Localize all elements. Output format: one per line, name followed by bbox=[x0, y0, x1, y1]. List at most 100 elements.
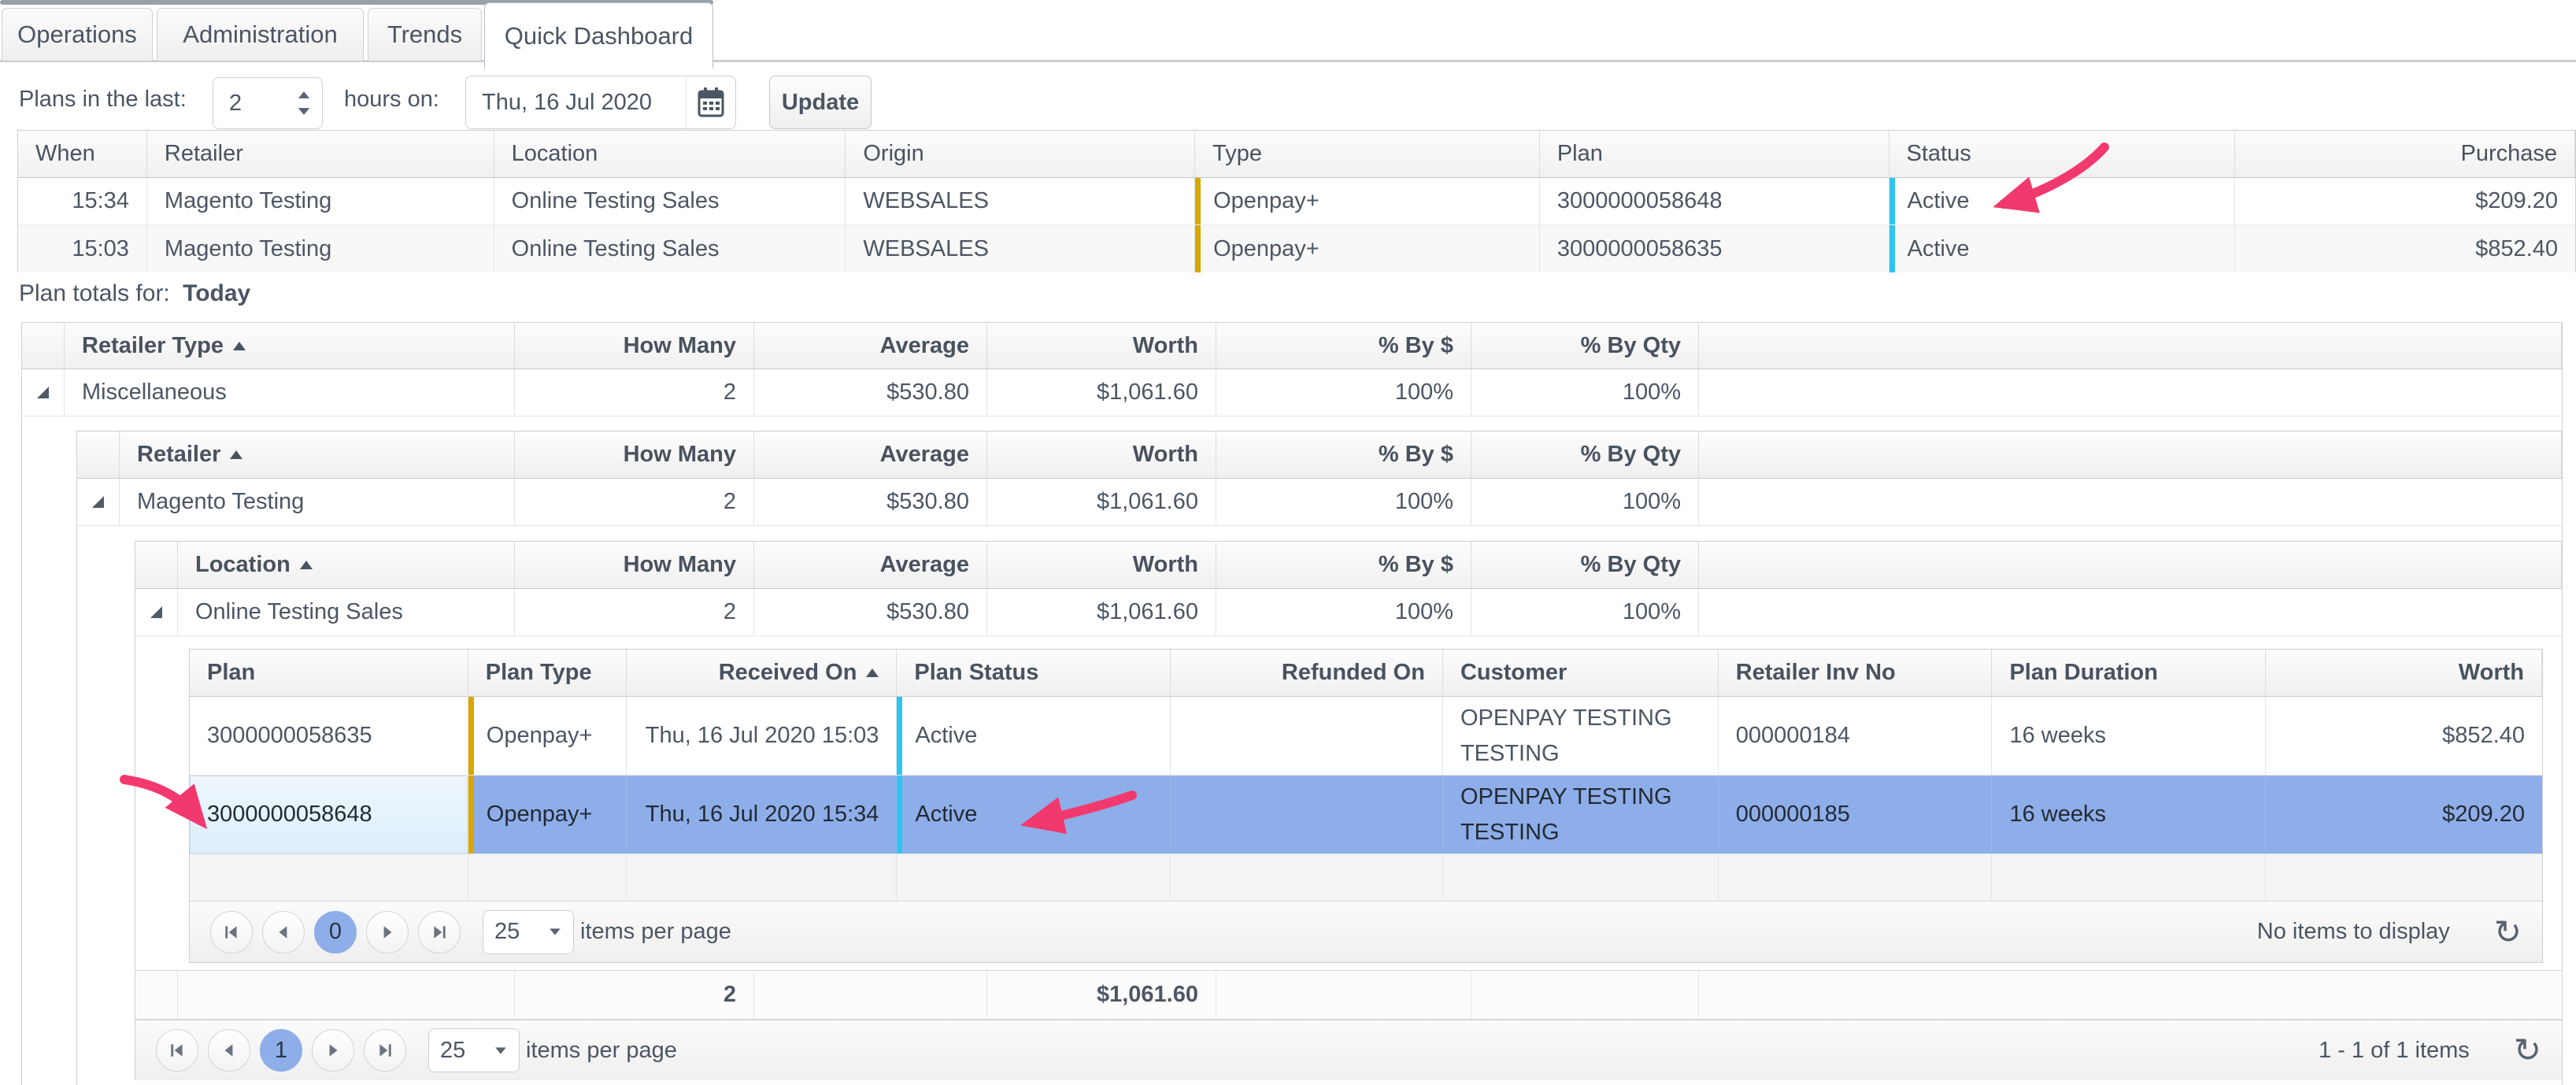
pager-prev-button[interactable] bbox=[208, 1029, 250, 1072]
spinner-down-icon[interactable] bbox=[298, 108, 309, 115]
tab-operations[interactable]: Operations bbox=[2, 8, 153, 61]
tab-label: Administration bbox=[183, 20, 337, 49]
column-header-by-dollar[interactable]: % By $ bbox=[1216, 323, 1471, 368]
tab-administration[interactable]: Administration bbox=[157, 8, 364, 61]
column-header-plan[interactable]: Plan bbox=[190, 650, 468, 696]
items-per-page-label: items per page bbox=[580, 919, 731, 945]
plan-row-selected[interactable]: 3000000058648 Openpay+ Thu, 16 Jul 2020 … bbox=[190, 776, 2542, 854]
column-header-worth[interactable]: Worth bbox=[987, 323, 1216, 368]
hours-value: 2 bbox=[213, 91, 286, 117]
empty-cell bbox=[190, 854, 468, 901]
seek-first-icon bbox=[168, 1042, 186, 1059]
sort-asc-icon bbox=[230, 450, 242, 459]
column-header-location[interactable]: Location bbox=[494, 131, 846, 177]
column-header-average[interactable]: Average bbox=[754, 323, 987, 368]
column-header-worth[interactable]: Worth bbox=[2266, 650, 2542, 696]
refresh-icon[interactable]: ↻ bbox=[2494, 916, 2522, 949]
footer-by-dollar-cell bbox=[1216, 971, 1471, 1019]
column-header-how-many[interactable]: How Many bbox=[515, 542, 754, 588]
spacer-cell bbox=[1699, 589, 2562, 635]
column-header-by-dollar[interactable]: % By $ bbox=[1216, 542, 1471, 588]
status-cell: Active bbox=[1889, 225, 2236, 272]
column-header-worth[interactable]: Worth bbox=[987, 431, 1216, 478]
pager-current-page[interactable]: 1 bbox=[260, 1029, 302, 1072]
how-many-cell: 2 bbox=[515, 369, 754, 416]
calendar-button[interactable] bbox=[686, 76, 735, 128]
collapse-toggle-icon[interactable] bbox=[37, 387, 49, 398]
column-header-purchase[interactable]: Purchase bbox=[2235, 131, 2575, 177]
hierarchy-header-cell bbox=[135, 542, 178, 588]
recent-row[interactable]: 15:34 Magento Testing Online Testing Sal… bbox=[18, 178, 2575, 225]
column-header-by-qty[interactable]: % By Qty bbox=[1471, 323, 1699, 368]
spinner-up-icon[interactable] bbox=[298, 91, 309, 98]
column-header-origin[interactable]: Origin bbox=[846, 131, 1195, 177]
hours-on-label: hours on: bbox=[344, 87, 439, 113]
plan-duration-cell: 16 weeks bbox=[1992, 776, 2266, 854]
retailer-name-cell: Magento Testing bbox=[120, 479, 515, 525]
pager-first-button[interactable] bbox=[156, 1029, 198, 1072]
spacer-header-cell bbox=[1699, 323, 2562, 368]
column-header-how-many[interactable]: How Many bbox=[515, 323, 754, 368]
collapse-toggle-icon[interactable] bbox=[92, 496, 104, 508]
column-header-plan[interactable]: Plan bbox=[1540, 131, 1889, 177]
worth-cell: $1,061.60 bbox=[987, 369, 1216, 416]
empty-cell bbox=[1719, 854, 1993, 901]
page-size-dropdown[interactable]: 25 bbox=[483, 910, 574, 954]
column-header-plan-duration[interactable]: Plan Duration bbox=[1992, 650, 2266, 696]
pager-prev-button[interactable] bbox=[262, 911, 305, 954]
pager-next-button[interactable] bbox=[366, 911, 409, 954]
retailer-type-row[interactable]: Miscellaneous 2 $530.80 $1,061.60 100% 1… bbox=[22, 369, 2562, 417]
column-header-location[interactable]: Location bbox=[178, 542, 515, 588]
refunded-on-cell bbox=[1171, 776, 1443, 854]
column-header-by-qty[interactable]: % By Qty bbox=[1471, 542, 1699, 588]
footer-spacer-cell bbox=[1699, 971, 2562, 1019]
hierarchy-header-cell bbox=[77, 431, 120, 478]
refresh-icon[interactable]: ↻ bbox=[2514, 1034, 2541, 1067]
empty-cell bbox=[2266, 854, 2542, 901]
hours-input[interactable]: 2 bbox=[213, 77, 323, 129]
column-header-plan-status[interactable]: Plan Status bbox=[897, 650, 1171, 696]
column-header-plan-type[interactable]: Plan Type bbox=[468, 650, 627, 696]
column-header-how-many[interactable]: How Many bbox=[515, 431, 754, 478]
collapse-toggle-icon[interactable] bbox=[150, 606, 162, 618]
customer-cell: OPENPAY TESTING TESTING bbox=[1443, 776, 1719, 854]
retailer-cell: Magento Testing bbox=[147, 178, 494, 224]
column-header-retailer[interactable]: Retailer bbox=[147, 131, 494, 177]
pager-next-button[interactable] bbox=[312, 1029, 354, 1072]
pager-current-page[interactable]: 0 bbox=[314, 911, 357, 954]
tab-trends[interactable]: Trends bbox=[368, 8, 482, 61]
plan-cell-focused: 3000000058648 bbox=[190, 776, 468, 854]
column-header-refunded-on[interactable]: Refunded On bbox=[1171, 650, 1443, 696]
pager-last-button[interactable] bbox=[364, 1029, 406, 1072]
plan-cell: 3000000058635 bbox=[1540, 225, 1889, 272]
column-header-retailer[interactable]: Retailer bbox=[120, 431, 515, 478]
retailer-row[interactable]: Magento Testing 2 $530.80 $1,061.60 100%… bbox=[77, 479, 2562, 526]
column-header-status[interactable]: Status bbox=[1889, 131, 2236, 177]
column-header-average[interactable]: Average bbox=[754, 431, 987, 478]
pager-last-button[interactable] bbox=[418, 911, 461, 954]
empty-cell bbox=[1171, 854, 1443, 901]
date-picker[interactable]: Thu, 16 Jul 2020 bbox=[465, 76, 736, 129]
tab-quick-dashboard[interactable]: Quick Dashboard bbox=[484, 2, 713, 69]
retailer-type-header: Retailer Type How Many Average Worth % B… bbox=[22, 323, 2562, 369]
column-header-by-dollar[interactable]: % By $ bbox=[1216, 431, 1471, 478]
plan-type-cell: Openpay+ bbox=[468, 776, 627, 854]
pager-first-button[interactable] bbox=[210, 911, 253, 954]
column-header-received-on[interactable]: Received On bbox=[627, 650, 898, 696]
location-row[interactable]: Online Testing Sales 2 $530.80 $1,061.60… bbox=[135, 589, 2562, 636]
column-header-retailer-type[interactable]: Retailer Type bbox=[65, 323, 515, 368]
column-header-average[interactable]: Average bbox=[754, 542, 987, 588]
page-size-dropdown[interactable]: 25 bbox=[428, 1028, 520, 1072]
recent-row[interactable]: 15:03 Magento Testing Online Testing Sal… bbox=[18, 225, 2575, 272]
recent-table-header: When Retailer Location Origin Type Plan … bbox=[18, 131, 2575, 178]
column-header-type[interactable]: Type bbox=[1195, 131, 1540, 177]
plan-row[interactable]: 3000000058635 Openpay+ Thu, 16 Jul 2020 … bbox=[190, 697, 2542, 776]
column-header-worth[interactable]: Worth bbox=[987, 542, 1216, 588]
column-header-retailer-inv-no[interactable]: Retailer Inv No bbox=[1719, 650, 1993, 696]
update-button[interactable]: Update bbox=[769, 76, 872, 129]
column-header-by-qty[interactable]: % By Qty bbox=[1471, 431, 1699, 478]
average-cell: $530.80 bbox=[754, 479, 987, 525]
column-header-when[interactable]: When bbox=[18, 131, 147, 177]
column-header-customer[interactable]: Customer bbox=[1443, 650, 1719, 696]
hierarchy-cell bbox=[22, 369, 65, 416]
